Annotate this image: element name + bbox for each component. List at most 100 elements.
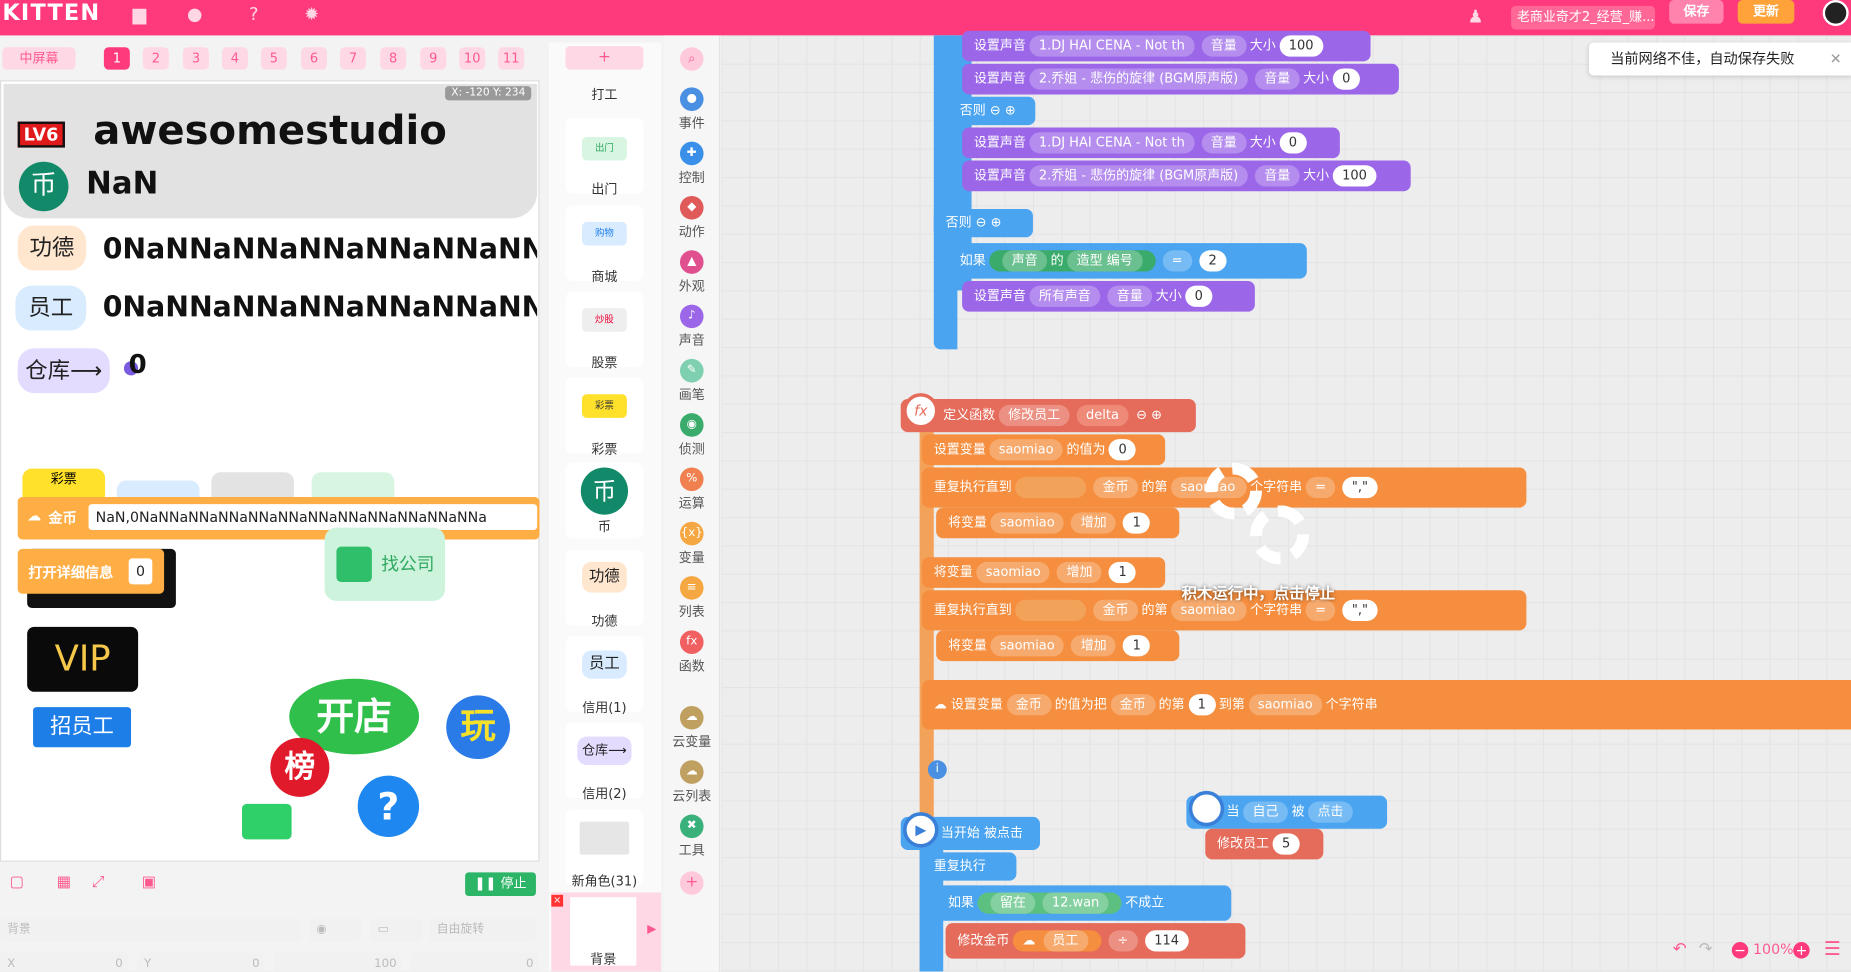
category-6[interactable]: ◉ 侦测 (663, 413, 720, 458)
set-sound-block[interactable]: 设置声音 1.DJ HAI CENA - Not th 音量 大小 0 (962, 127, 1340, 159)
rank-button[interactable]: 榜 (270, 737, 330, 797)
gear-icon[interactable]: ✹ (300, 2, 324, 26)
stay-select[interactable]: 留在 (990, 892, 1036, 914)
size-input[interactable]: 0 (1279, 132, 1307, 154)
end-index[interactable]: saomiao (1248, 694, 1323, 716)
size-input[interactable]: 0 (1332, 68, 1360, 90)
stop-button[interactable]: ❚❚ 停止 (465, 872, 536, 896)
scene-tab-8[interactable]: 8 (380, 47, 407, 70)
set-sound-block[interactable]: 设置声音 1.DJ HAI CENA - Not th 音量 大小 100 (962, 30, 1371, 62)
value-input[interactable]: 0 (1109, 439, 1137, 461)
category-11[interactable]: ☁ 云变量 (663, 705, 720, 751)
increase-select[interactable]: 增加 (1071, 635, 1117, 657)
chevron-right-icon[interactable]: ▶ (647, 923, 656, 936)
category-8[interactable]: {x} 变量 (663, 521, 720, 567)
volume-select[interactable]: 音量 (1254, 68, 1300, 90)
scene-tab-5[interactable]: 5 (260, 47, 287, 70)
if-block[interactable]: 如果 留在 12.wan 不成立 (936, 885, 1232, 921)
avatar[interactable] (1822, 0, 1849, 26)
category-3[interactable]: ▲ 外观 (663, 250, 720, 295)
variable-select[interactable]: saomiao (976, 561, 1050, 584)
close-icon[interactable]: ✕ (1830, 42, 1842, 75)
condition-slot[interactable]: 留在 12.wan (977, 892, 1122, 914)
speaker-icon[interactable] (242, 803, 292, 840)
help-button[interactable]: ? (357, 775, 420, 837)
sprite-card-lottery[interactable]: 彩票 彩票 (565, 377, 644, 457)
size-input[interactable]: 0 (1185, 285, 1213, 307)
category-4[interactable]: ♪ 声音 (663, 304, 720, 350)
volume-select[interactable]: 音量 (1201, 132, 1247, 154)
size-field[interactable]: 100 (273, 952, 402, 972)
update-button[interactable]: 更新 (1737, 0, 1795, 24)
scene-tab-10[interactable]: 10 (459, 47, 486, 70)
record-icon[interactable]: ▣ (142, 874, 157, 892)
background-panel[interactable]: × 背景 ▶ (551, 892, 662, 972)
sound-select[interactable]: 2.乔姐 - 悲伤的旋律 (BGM原声版) (1029, 165, 1248, 187)
set-sound-block[interactable]: 设置声音 2.乔姐 - 悲伤的旋律 (BGM原声版) 音量 大小 100 (962, 160, 1411, 192)
variable-select[interactable]: saomiao (990, 635, 1065, 657)
sound-select[interactable]: 1.DJ HAI CENA - Not th (1029, 35, 1195, 57)
start-index[interactable]: 1 (1188, 694, 1216, 716)
sprite-card-goout[interactable]: 出门 出门 (565, 118, 644, 197)
set-variable-block[interactable]: 设置变量 saomiao 的值为 0 (921, 434, 1166, 466)
target-select[interactable]: 自己 (1243, 801, 1288, 823)
scene-tab-1[interactable]: 1 (103, 47, 130, 70)
increase-select[interactable]: 增加 (1071, 512, 1117, 534)
category-5[interactable]: ✎ 画笔 (663, 358, 720, 404)
compare-value[interactable]: "," (1342, 599, 1378, 621)
add-extension-button[interactable]: + (679, 871, 704, 895)
sound-var-select[interactable]: 声音 (1002, 250, 1048, 272)
function-name[interactable]: 修改员工 (998, 404, 1070, 427)
if-block[interactable]: 如果 声音的造型 编号 = 2 (947, 243, 1307, 279)
play-button[interactable]: 玩 (446, 695, 510, 760)
background-name-field[interactable]: 背景 (0, 918, 300, 943)
condition-slot[interactable] (1015, 599, 1087, 621)
code-workspace[interactable]: 设置声音 1.DJ HAI CENA - Not th 音量 大小 100 设置声音 2.… (721, 30, 1851, 972)
divisor-input[interactable]: 114 (1144, 930, 1189, 952)
change-variable-block[interactable]: 将变量 saomiao 增加 1 (921, 557, 1166, 588)
y-field[interactable]: Y0 (136, 952, 265, 972)
fullscreen-icon[interactable]: ⤢ (92, 874, 104, 892)
scene-tab-11[interactable]: 11 (498, 47, 525, 70)
increase-select[interactable]: 增加 (1057, 561, 1102, 584)
sprite-card-shop[interactable]: 购物 商城 (565, 205, 644, 285)
set-sound-block[interactable]: 设置声音 2.乔姐 - 悲伤的旋律 (BGM原声版) 音量 大小 0 (962, 63, 1399, 95)
amount-input[interactable]: 1 (1123, 512, 1151, 534)
scene-tab-2[interactable]: 2 (142, 47, 169, 70)
sound-costume-reporter[interactable]: 声音的造型 编号 (989, 250, 1156, 272)
category-9[interactable]: ≡ 列表 (663, 576, 720, 621)
set-sound-block[interactable]: 设置声音 所有声音 音量 大小 0 (962, 280, 1255, 312)
staff-select[interactable]: 员工 (1042, 930, 1088, 952)
call-arg[interactable]: 5 (1272, 833, 1300, 855)
sound-select[interactable]: 2.乔姐 - 悲伤的旋律 (BGM原声版) (1029, 68, 1248, 90)
direction-field[interactable]: 0 (410, 952, 539, 972)
event-select[interactable]: 点击 (1307, 801, 1353, 823)
coin-select[interactable]: 金币 (1093, 476, 1139, 499)
volume-select[interactable]: 音量 (1201, 35, 1247, 57)
info-icon[interactable]: i (927, 760, 947, 780)
x-field[interactable]: X0 (0, 952, 128, 972)
volume-select[interactable]: 音量 (1254, 165, 1300, 187)
sound-select[interactable]: 1.DJ HAI CENA - Not th (1029, 132, 1195, 154)
category-0[interactable]: ● 事件 (663, 87, 720, 132)
sprite-label-work[interactable]: 打工 (565, 85, 643, 104)
compare-value[interactable]: 2 (1199, 250, 1227, 272)
compare-select[interactable]: = (1162, 250, 1192, 272)
category-13[interactable]: ✖ 工具 (663, 814, 720, 860)
call-function-block[interactable]: 修改员工 5 (1205, 828, 1324, 860)
help-icon[interactable]: ? (242, 2, 266, 26)
stage[interactable]: X: -120 Y: 234 LV6 awesomestudio 币 NaN 功… (0, 80, 540, 862)
item-select[interactable]: 12.wan (1042, 892, 1109, 914)
sound-select[interactable]: 所有声音 (1029, 285, 1101, 307)
operator-select[interactable]: ÷ (1107, 930, 1138, 952)
change-variable-block[interactable]: 将变量 saomiao 增加 1 (936, 630, 1180, 662)
screen-size-button[interactable]: 中屏幕 (2, 47, 76, 70)
variable-select[interactable]: saomiao (990, 512, 1065, 534)
running-hint[interactable]: 积木运行中，点击停止 (1182, 581, 1335, 604)
search-icon[interactable]: ⌕ (679, 47, 704, 71)
zoom-out-button[interactable]: − (1731, 942, 1749, 959)
category-1[interactable]: ✚ 控制 (663, 141, 720, 187)
scene-tab-3[interactable]: 3 (182, 47, 209, 70)
rotation-mode-select[interactable]: 自由旋转 (429, 918, 536, 943)
set-cloud-variable-block[interactable]: ☁ 设置变量 金币 的值为把 金币 的第 1 到第 saomiao 个字符串 (921, 679, 1851, 730)
